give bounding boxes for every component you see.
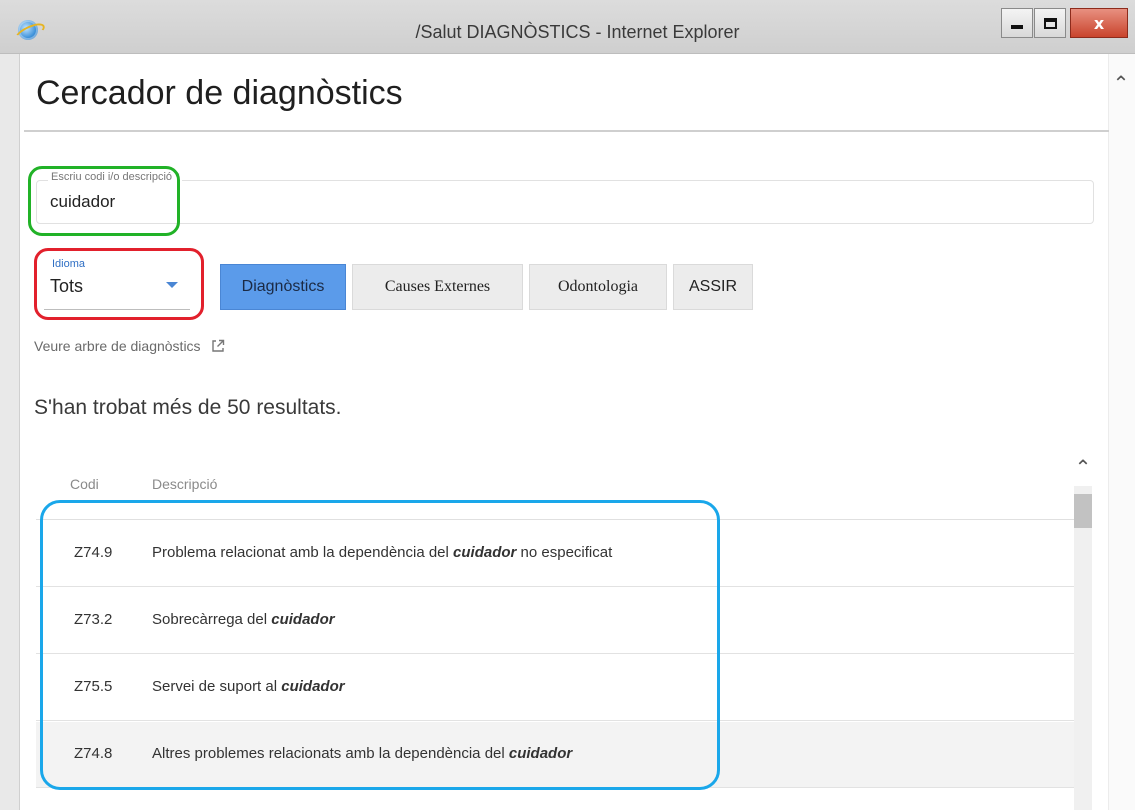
page-scrollbar[interactable] — [1108, 54, 1135, 810]
caret-down-icon[interactable] — [166, 282, 178, 288]
search-input[interactable] — [36, 180, 1094, 224]
row-code: Z74.8 — [74, 745, 113, 762]
table-row[interactable]: Z74.8 Altres problemes relacionats amb l… — [36, 722, 1074, 788]
results-table: Codi Descripció Z74.9 Problema relaciona… — [36, 446, 1074, 810]
table-scroll-up-icon[interactable]: ⌃ — [1072, 456, 1094, 478]
row-code: Z74.9 — [74, 544, 113, 561]
table-header: Codi Descripció — [36, 446, 1074, 520]
row-description: Servei de suport al cuidador — [152, 678, 345, 695]
table-scrollbar-thumb[interactable] — [1074, 494, 1092, 528]
column-header-description[interactable]: Descripció — [152, 476, 217, 492]
close-button[interactable]: x — [1070, 8, 1128, 38]
page-title: Cercador de diagnòstics — [36, 74, 403, 112]
external-link-icon — [211, 339, 225, 353]
row-description: Altres problemes relacionats amb la depe… — [152, 745, 573, 762]
close-icon: x — [1093, 13, 1105, 33]
maximize-icon — [1043, 17, 1057, 29]
tab-external-causes[interactable]: Causes Externes — [352, 264, 523, 310]
search-input-value[interactable]: cuidador — [50, 192, 115, 212]
search-input-label: Escriu codi i/o descripció * — [48, 171, 183, 183]
table-row[interactable]: Z75.5 Servei de suport al cuidador — [36, 655, 1074, 721]
results-count: S'han trobat més de 50 resultats. — [34, 396, 342, 419]
row-code: Z75.5 — [74, 678, 113, 695]
maximize-button[interactable] — [1034, 8, 1066, 38]
language-select-label: Idioma — [52, 258, 86, 270]
title-divider — [24, 130, 1109, 132]
row-description: Sobrecàrrega del cuidador — [152, 611, 335, 628]
window-titlebar: /Salut DIAGNÒSTICS - Internet Explorer x — [0, 0, 1135, 54]
table-row[interactable]: Z74.9 Problema relacionat amb la dependè… — [36, 521, 1074, 587]
minimize-button[interactable] — [1001, 8, 1033, 38]
tab-diagnostics[interactable]: Diagnòstics — [220, 264, 346, 310]
diagnostics-tree-link-label: Veure arbre de diagnòstics — [34, 338, 201, 354]
diagnostics-tree-link[interactable]: Veure arbre de diagnòstics — [34, 338, 225, 354]
window-title: /Salut DIAGNÒSTICS - Internet Explorer — [415, 22, 740, 42]
language-select-value[interactable]: Tots — [50, 276, 83, 297]
row-description: Problema relacionat amb la dependència d… — [152, 544, 613, 561]
window-left-edge — [0, 54, 20, 810]
tab-assir[interactable]: ASSIR — [673, 264, 753, 310]
column-header-code[interactable]: Codi — [70, 476, 99, 492]
minimize-icon — [1011, 25, 1023, 29]
table-row[interactable]: Z73.2 Sobrecàrrega del cuidador — [36, 588, 1074, 654]
page-scroll-up-icon[interactable]: ⌃ — [1112, 73, 1130, 93]
tab-odontology[interactable]: Odontologia — [529, 264, 667, 310]
row-code: Z73.2 — [74, 611, 113, 628]
table-scrollbar[interactable] — [1074, 486, 1092, 810]
